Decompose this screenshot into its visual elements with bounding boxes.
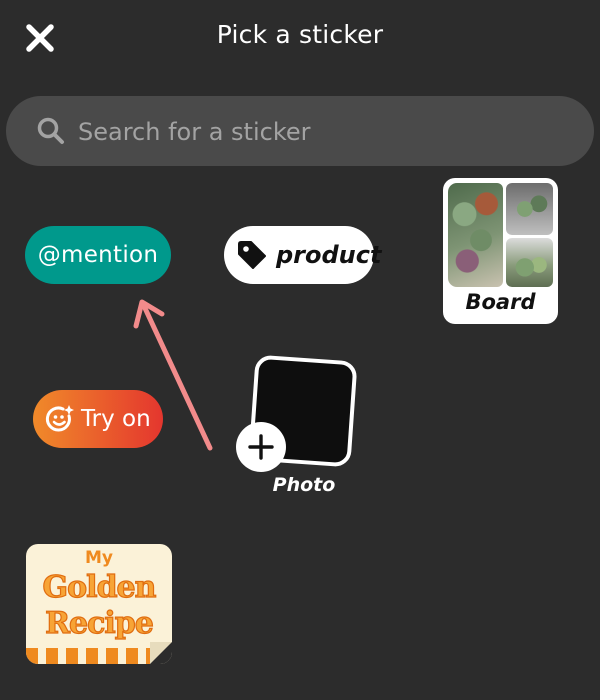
recipe-line-my: My: [85, 548, 113, 568]
add-photo-button[interactable]: [236, 422, 286, 472]
product-sticker-label: product: [276, 241, 382, 269]
recipe-stripes: [26, 648, 150, 664]
try-on-sticker-label: Try on: [81, 406, 151, 432]
photo-sticker-label: Photo: [272, 474, 336, 496]
mention-sticker[interactable]: @mention: [25, 226, 171, 284]
golden-recipe-sticker[interactable]: My Golden Recipe: [26, 544, 172, 664]
mention-sticker-label: @mention: [37, 242, 159, 268]
search-input[interactable]: [76, 96, 580, 168]
search-icon: [37, 117, 64, 144]
tag-icon: [238, 241, 266, 269]
board-thumbnail-succulents-2: [506, 183, 553, 235]
photo-sticker[interactable]: Photo: [236, 352, 358, 502]
plus-icon: [248, 434, 274, 460]
try-on-sticker[interactable]: Try on: [33, 390, 163, 448]
recipe-line-golden: Golden: [42, 569, 157, 605]
page-title: Pick a sticker: [216, 20, 384, 49]
board-thumbnail-grid: [448, 183, 553, 287]
header: Pick a sticker: [0, 0, 600, 76]
board-thumbnail-succulents-1: [448, 183, 503, 287]
board-sticker[interactable]: Board: [443, 178, 558, 324]
face-sparkle-icon: [45, 405, 74, 432]
product-sticker[interactable]: product: [224, 226, 381, 284]
search-bar[interactable]: [6, 96, 594, 168]
recipe-line-recipe: Recipe: [45, 605, 155, 641]
board-sticker-label: Board: [465, 290, 536, 314]
board-thumbnail-succulents-3: [506, 238, 553, 287]
